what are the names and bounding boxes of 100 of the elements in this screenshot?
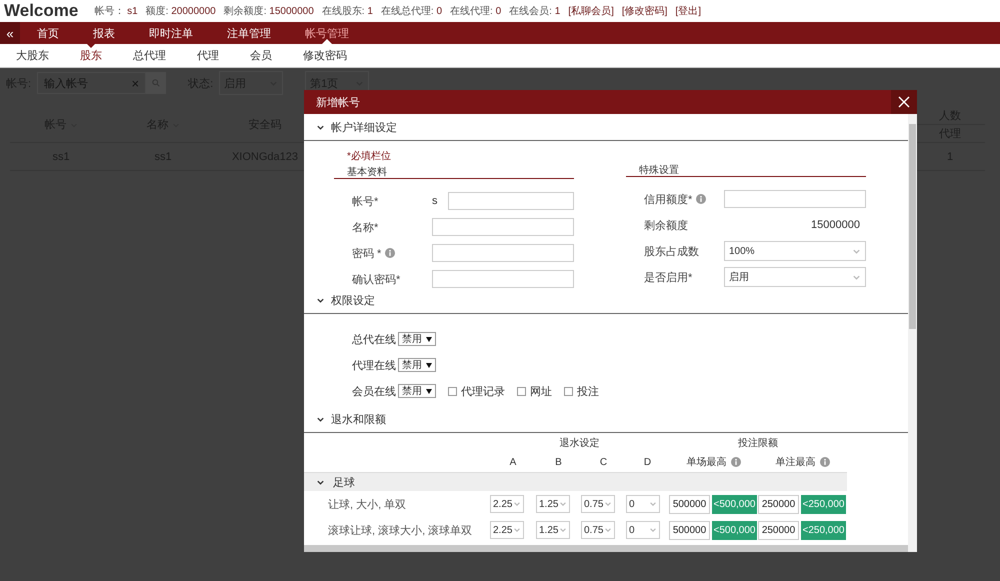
caret-icon (426, 362, 432, 368)
header-link[interactable]: [私聊会员] (568, 4, 614, 18)
nav-tab[interactable]: 注单管理 (210, 22, 288, 44)
limit-field[interactable]: 250000 (758, 494, 799, 514)
close-icon (898, 96, 910, 108)
dropdown[interactable]: 启用 (724, 267, 866, 287)
column-header: A (510, 456, 516, 468)
checkbox[interactable] (448, 386, 457, 396)
chevron-icon (513, 500, 521, 508)
vertical-scrollbar[interactable] (908, 114, 917, 552)
input-field[interactable] (432, 244, 574, 262)
subnav-tab[interactable]: 修改密码 (295, 44, 355, 67)
nav-tab[interactable]: 首页 (20, 22, 76, 44)
rebate-dropdown[interactable]: 1.25 (536, 495, 570, 513)
account-stat: 在线代理: 0 (450, 4, 502, 18)
field-label: 名称* (352, 220, 378, 234)
bet-type-label: 滚球让球, 滚球大小, 滚球单双 (328, 524, 472, 538)
caret-icon (426, 336, 432, 342)
info-icon (820, 457, 830, 467)
checkbox-label[interactable]: 代理记录 (461, 384, 505, 398)
field-label: 信用额度* (644, 192, 692, 206)
limit-badge: <500,000 (712, 520, 757, 540)
limit-badge: <250,000 (801, 520, 846, 540)
account-stat: 剩余额度: 15000000 (224, 4, 314, 18)
field-label: 股东占成数 (644, 244, 699, 258)
close-button[interactable] (891, 90, 917, 114)
dialog-title: 新增帐号 (316, 96, 360, 110)
rebate-dropdown[interactable]: 1.25 (536, 521, 570, 539)
subnav-tab[interactable]: 会员 (242, 44, 280, 67)
chevron-icon (513, 526, 521, 534)
subnav-tab[interactable]: 总代理 (125, 44, 174, 67)
chevron-icon (852, 246, 861, 256)
checkbox[interactable] (517, 386, 526, 396)
field-label: 确认密码* (352, 272, 400, 286)
subnav-tab[interactable]: 股东 (72, 44, 110, 67)
account-stat: 在线会员: 1 (509, 4, 560, 18)
input-field[interactable] (432, 218, 574, 236)
column-header: B (555, 456, 562, 468)
caret-icon (426, 388, 432, 394)
limit-field[interactable]: 250000 (758, 520, 799, 540)
column-title: 特殊设置 (639, 164, 679, 177)
nav-tab[interactable]: 即时注单 (132, 22, 210, 44)
info-icon (696, 194, 706, 204)
field-label: 是否启用* (644, 270, 692, 284)
info-icon (730, 457, 740, 467)
checkbox-label[interactable]: 网址 (530, 384, 552, 398)
field-label: 帐号* (352, 194, 378, 208)
account-prefix: s (432, 195, 438, 207)
rebate-dropdown[interactable]: 2.25 (490, 521, 524, 539)
checkbox[interactable] (564, 386, 573, 396)
account-stat: 额度: 20000000 (146, 4, 216, 18)
welcome-title: Welcome (4, 1, 78, 21)
limit-badge: <250,000 (801, 494, 846, 514)
nav-tab[interactable]: 帐号管理 (288, 22, 366, 44)
chevron-icon (559, 500, 567, 508)
section-title[interactable]: 帐户详细设定 (331, 120, 397, 134)
column-header: 单注最高 (776, 456, 816, 469)
dropdown[interactable]: 禁用 (398, 384, 436, 398)
subnav-tab[interactable]: 代理 (189, 44, 227, 67)
search-button[interactable] (146, 72, 166, 94)
account-stat: 在线股东: 1 (322, 4, 373, 18)
group-header: 退水设定 (560, 436, 600, 450)
input-field[interactable] (432, 270, 574, 288)
rebate-dropdown[interactable]: 0.75 (581, 495, 615, 513)
field-label: 剩余额度 (644, 218, 688, 232)
rebate-dropdown[interactable]: 0.75 (581, 521, 615, 539)
rebate-dropdown[interactable]: 0 (626, 495, 660, 513)
input-field[interactable] (724, 190, 866, 208)
permission-label: 会员在线 (352, 384, 396, 398)
account-stat: 帐号： s1 (94, 4, 138, 18)
rebate-dropdown[interactable]: 0 (626, 521, 660, 539)
chevron-icon (852, 272, 861, 282)
limit-field[interactable]: 500000 (669, 520, 710, 540)
horizontal-scrollbar[interactable] (304, 545, 908, 552)
category-title[interactable]: 足球 (333, 474, 355, 490)
nav-tab[interactable]: 报表 (76, 22, 132, 44)
dropdown[interactable]: 100% (724, 241, 866, 261)
search-icon (152, 78, 160, 88)
field-label: 密码 * (352, 246, 382, 260)
required-note: *必填栏位 (346, 150, 392, 163)
limit-badge: <500,000 (712, 494, 757, 514)
collapse-button[interactable]: « (0, 22, 20, 44)
chevron-icon (649, 500, 657, 508)
section-title[interactable]: 权限设定 (331, 292, 375, 308)
subnav-tab[interactable]: 大股东 (8, 44, 57, 67)
rebate-dropdown[interactable]: 2.25 (490, 495, 524, 513)
section-title[interactable]: 退水和限额 (331, 412, 386, 426)
chevron-icon (604, 500, 612, 508)
checkbox-label[interactable]: 投注 (577, 384, 599, 398)
chevron-icon (604, 526, 612, 534)
dropdown[interactable]: 禁用 (398, 358, 436, 372)
permission-label: 总代在线 (352, 332, 396, 346)
dropdown[interactable]: 禁用 (398, 332, 436, 346)
column-header: C (600, 456, 608, 468)
column-title: 基本资料 (347, 166, 387, 179)
header-link[interactable]: [登出] (675, 4, 701, 18)
column-header: D (644, 456, 652, 468)
header-link[interactable]: [修改密码] (622, 4, 668, 18)
limit-field[interactable]: 500000 (669, 494, 710, 514)
input-field[interactable] (448, 192, 574, 210)
